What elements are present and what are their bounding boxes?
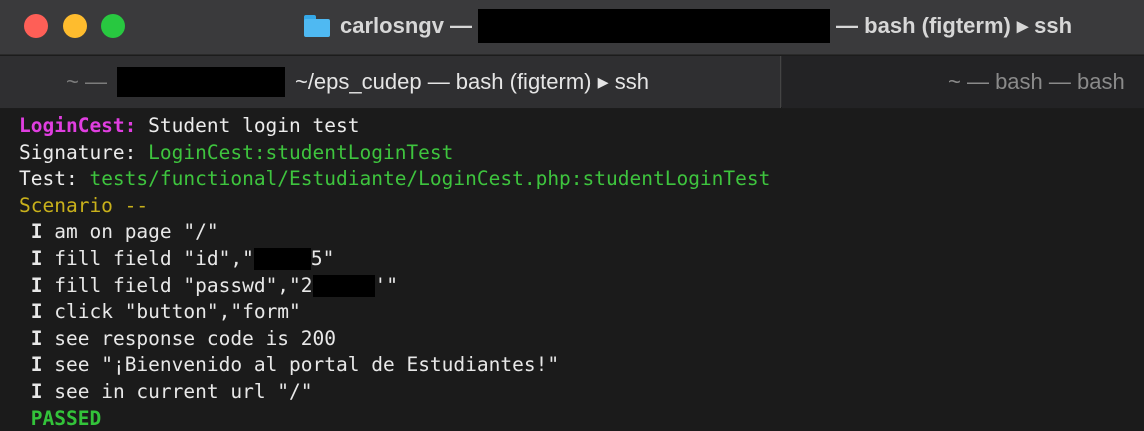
- step-line: I am on page "/": [19, 219, 1144, 246]
- step-line: I fill field "id"," 5": [19, 246, 1144, 273]
- terminal-output[interactable]: LoginCest: Student login test Signature:…: [0, 109, 1144, 431]
- step-actor: I: [30, 220, 43, 244]
- cest-name: LoginCest:: [19, 114, 137, 137]
- redacted-block: [116, 67, 285, 97]
- scenario-header: Scenario --: [19, 193, 149, 217]
- result-status: PASSED: [30, 406, 102, 430]
- test-label: Test:: [19, 167, 78, 191]
- step-text: am on page "/": [54, 220, 219, 244]
- step-actor: I: [30, 300, 43, 324]
- terminal-line: Signature: LoginCest:studentLoginTest: [19, 140, 1144, 167]
- signature-label: Signature:: [19, 140, 137, 164]
- redacted-block: [312, 274, 375, 297]
- step-text: fill field "passwd","2: [54, 273, 313, 297]
- title-bar[interactable]: carlosngv — — bash (figterm) ▸ ssh: [0, 0, 1144, 55]
- step-actor: I: [30, 379, 43, 403]
- terminal-line: PASSED: [19, 406, 1144, 431]
- maximize-window-button[interactable]: [101, 14, 125, 38]
- step-text: see "¡Bienvenido al portal de Estudiante…: [54, 353, 560, 377]
- step-text: fill field "id",": [54, 246, 254, 270]
- step-line: I click "button","form": [19, 299, 1144, 326]
- window-title-user: carlosngv —: [340, 13, 473, 38]
- step-line: I see response code is 200: [19, 326, 1144, 353]
- step-line: I see in current url "/": [19, 379, 1144, 406]
- step-text: click "button","form": [54, 300, 301, 324]
- signature-value: LoginCest:studentLoginTest: [148, 140, 454, 164]
- tab-label: ~ — bash — bash: [948, 69, 1125, 94]
- step-actor: I: [30, 273, 43, 297]
- step-text-end: '": [374, 273, 399, 297]
- terminal-line: LoginCest: Student login test: [19, 113, 1144, 140]
- redacted-block: [478, 9, 831, 43]
- tab-prefix: ~ —: [66, 69, 107, 94]
- close-window-button[interactable]: [24, 14, 48, 38]
- folder-icon: [304, 15, 330, 37]
- terminal-line: Test: tests/functional/Estudiante/LoginC…: [19, 166, 1144, 193]
- window-title: carlosngv — — bash (figterm) ▸ ssh: [304, 9, 1073, 43]
- tab-bar: ~ — ~/eps_cudep — bash (figterm) ▸ ssh ~…: [0, 56, 1144, 108]
- tab-label: ~/eps_cudep — bash (figterm) ▸ ssh: [294, 69, 650, 94]
- tab-bash[interactable]: ~ — bash — bash: [782, 56, 1144, 108]
- step-text: see response code is 200: [54, 326, 337, 350]
- step-text-end: 5": [310, 246, 335, 270]
- tab-eps-cudep[interactable]: ~ — ~/eps_cudep — bash (figterm) ▸ ssh: [0, 56, 781, 108]
- terminal-line: Scenario --: [19, 193, 1144, 220]
- minimize-window-button[interactable]: [63, 14, 87, 38]
- window-title-suffix: — bash (figterm) ▸ ssh: [836, 13, 1073, 38]
- test-value: tests/functional/Estudiante/LoginCest.ph…: [89, 167, 771, 191]
- step-actor: I: [30, 326, 43, 350]
- step-actor: I: [30, 246, 43, 270]
- step-line: I fill field "passwd","2 '": [19, 273, 1144, 300]
- cest-title: Student login test: [148, 114, 360, 137]
- redacted-block: [253, 248, 311, 271]
- step-line: I see "¡Bienvenido al portal de Estudian…: [19, 352, 1144, 379]
- step-actor: I: [30, 353, 43, 377]
- terminal-window: carlosngv — — bash (figterm) ▸ ssh ~ — ~…: [0, 0, 1144, 431]
- step-text: see in current url "/": [54, 379, 313, 403]
